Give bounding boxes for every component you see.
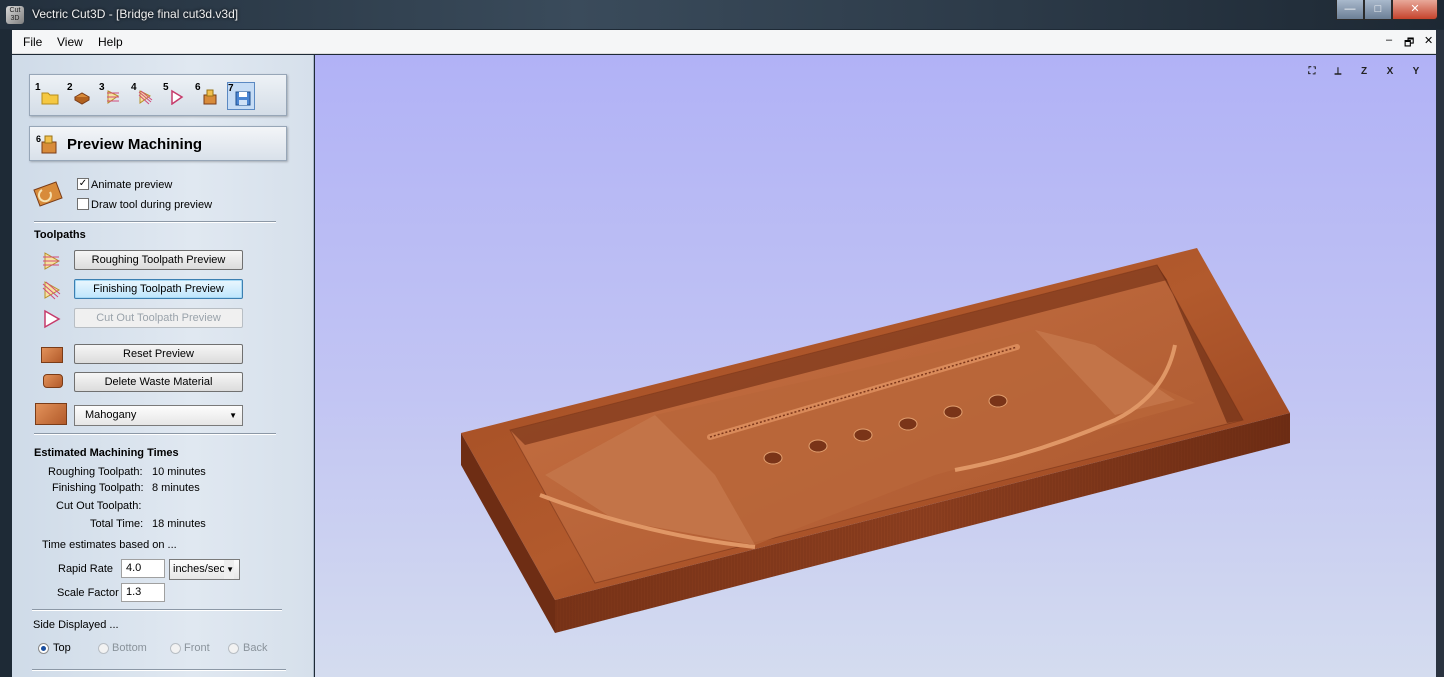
machining-panel: 1 2 3 4 5 6 7 6 Preview Machining ✓ Anim… bbox=[12, 55, 314, 677]
animate-preview-checkbox[interactable]: ✓ bbox=[77, 178, 89, 190]
3d-preview-viewport[interactable]: ⛶ ⟂ Z X Y bbox=[315, 55, 1436, 677]
side-back-label: Back bbox=[243, 642, 268, 654]
step-1-button[interactable]: 1 bbox=[35, 82, 63, 110]
mdi-minimize-button[interactable]: – bbox=[1386, 34, 1392, 46]
finishing-toolpath-icon bbox=[42, 281, 61, 300]
maximize-button[interactable]: □ bbox=[1364, 0, 1392, 20]
step-2-button[interactable]: 2 bbox=[67, 82, 95, 110]
scale-factor-input[interactable]: 1.3 bbox=[121, 583, 165, 602]
wizard-step-bar: 1 2 3 4 5 6 7 bbox=[29, 74, 287, 116]
material-setup-icon bbox=[73, 92, 91, 105]
cutout-time-label: Cut Out Toolpath: bbox=[56, 500, 142, 512]
page-heading: 6 Preview Machining bbox=[29, 126, 287, 161]
total-time-value: 18 minutes bbox=[152, 518, 206, 530]
divider bbox=[32, 609, 282, 611]
finishing-time-value: 8 minutes bbox=[152, 482, 200, 494]
total-time-label: Total Time: bbox=[90, 518, 144, 530]
draw-tool-label: Draw tool during preview bbox=[91, 199, 213, 211]
window-controls: — □ ✕ bbox=[1336, 0, 1438, 20]
side-displayed-label: Side Displayed ... bbox=[33, 619, 119, 631]
animate-preview-label: Animate preview bbox=[91, 179, 173, 191]
menu-file[interactable]: File bbox=[23, 35, 42, 49]
time-basis-label: Time estimates based on ... bbox=[42, 539, 177, 551]
cutout-toolpath-icon bbox=[171, 89, 184, 105]
open-folder-icon bbox=[41, 92, 59, 105]
mdi-close-button[interactable]: ✕ bbox=[1424, 34, 1433, 47]
step-5-button[interactable]: 5 bbox=[163, 82, 191, 110]
animate-preview-icon bbox=[33, 181, 63, 207]
side-front-label: Front bbox=[184, 642, 210, 654]
divider bbox=[34, 221, 276, 223]
finishing-preview-button[interactable]: Finishing Toolpath Preview bbox=[74, 279, 243, 299]
step-7-button[interactable]: 7 bbox=[227, 82, 255, 110]
title-bar: Cut 3D Vectric Cut3D - [Bridge final cut… bbox=[0, 0, 1444, 29]
scale-factor-label: Scale Factor bbox=[57, 587, 119, 599]
menu-view[interactable]: View bbox=[57, 35, 83, 49]
mdi-restore-button[interactable]: 🗗 bbox=[1404, 34, 1414, 53]
side-back-radio[interactable] bbox=[228, 643, 239, 654]
delete-waste-button[interactable]: Delete Waste Material bbox=[74, 372, 243, 392]
draw-tool-checkbox[interactable] bbox=[77, 198, 89, 210]
window-title: Vectric Cut3D - [Bridge final cut3d.v3d] bbox=[32, 7, 239, 21]
material-swatch-icon bbox=[35, 403, 67, 425]
rapid-rate-label: Rapid Rate bbox=[58, 563, 114, 575]
svg-text:6: 6 bbox=[36, 134, 41, 144]
finishing-toolpath-icon bbox=[138, 90, 153, 105]
reset-preview-button[interactable]: Reset Preview bbox=[74, 344, 243, 364]
page-title: Preview Machining bbox=[67, 136, 203, 153]
roughing-toolpath-icon bbox=[107, 90, 119, 104]
preview-machining-icon bbox=[203, 89, 217, 105]
finishing-time-label: Finishing Toolpath: bbox=[52, 482, 144, 494]
side-bottom-label: Bottom bbox=[112, 642, 147, 654]
side-front-radio[interactable] bbox=[170, 643, 181, 654]
cutout-toolpath-icon bbox=[44, 309, 61, 329]
roughing-time-value: 10 minutes bbox=[152, 466, 206, 478]
window-right-border bbox=[1436, 30, 1444, 677]
app-logo-icon: Cut 3D bbox=[6, 6, 24, 24]
machined-part-render bbox=[461, 248, 1290, 633]
divider bbox=[32, 669, 286, 671]
toolpaths-section-title: Toolpaths bbox=[34, 229, 86, 241]
rapid-rate-input[interactable]: 4.0 bbox=[121, 559, 165, 578]
delete-waste-icon bbox=[43, 374, 63, 388]
divider bbox=[34, 433, 276, 435]
roughing-toolpath-icon bbox=[43, 252, 61, 270]
side-bottom-radio[interactable] bbox=[98, 643, 109, 654]
chevron-down-icon: ▼ bbox=[224, 560, 234, 579]
close-button[interactable]: ✕ bbox=[1392, 0, 1438, 20]
menu-help[interactable]: Help bbox=[98, 35, 123, 49]
roughing-preview-button[interactable]: Roughing Toolpath Preview bbox=[74, 250, 243, 270]
save-toolpath-icon bbox=[235, 91, 251, 106]
side-top-radio[interactable] bbox=[38, 643, 49, 654]
minimize-button[interactable]: — bbox=[1336, 0, 1364, 20]
reset-preview-icon bbox=[41, 347, 63, 363]
roughing-time-label: Roughing Toolpath: bbox=[48, 466, 143, 478]
step-3-button[interactable]: 3 bbox=[99, 82, 127, 110]
step-6-button[interactable]: 6 bbox=[195, 82, 223, 110]
preview-machining-icon: 6 bbox=[36, 134, 57, 154]
side-top-label: Top bbox=[53, 642, 71, 654]
rapid-rate-unit-select[interactable]: inches/sec ▼ bbox=[169, 559, 240, 580]
machining-times-title: Estimated Machining Times bbox=[34, 447, 179, 459]
cutout-preview-button[interactable]: Cut Out Toolpath Preview bbox=[74, 308, 243, 328]
menu-bar: File View Help – 🗗 ✕ bbox=[12, 30, 1436, 54]
step-4-button[interactable]: 4 bbox=[131, 82, 159, 110]
material-select[interactable]: Mahogany ▼ bbox=[74, 405, 243, 426]
chevron-down-icon: ▼ bbox=[229, 411, 237, 420]
